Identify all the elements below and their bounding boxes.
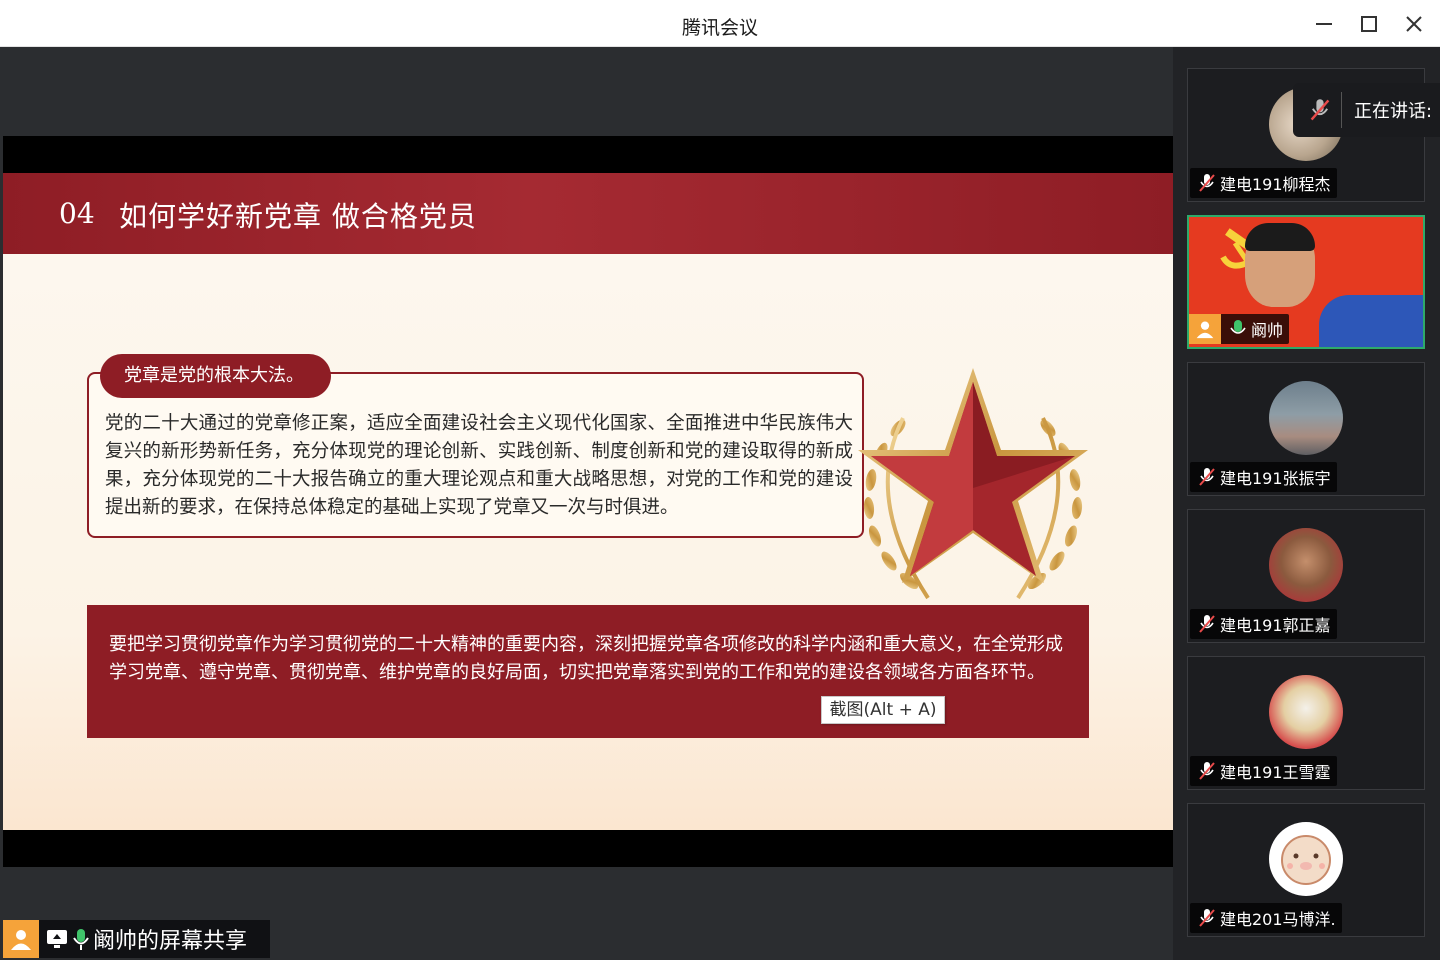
title-bar: 腾讯会议 [0,0,1440,47]
letterbox-bottom [3,830,1173,867]
avatar [1269,822,1343,896]
minimize-icon [1316,23,1332,25]
paragraph-2: 要把学习贯彻党章作为学习贯彻党的二十大精神的重要内容，深刻把握党章各项修改的科学… [109,634,1063,683]
participant-nametag: 建电191张振宇 [1190,462,1337,492]
participant-nametag: 建电191郭正嘉 [1190,609,1337,639]
avatar [1269,381,1343,455]
star-laurel-emblem [858,368,1088,600]
mic-muted-icon [1199,762,1215,780]
user-avatar [1189,314,1221,344]
mic-on-icon [1230,320,1246,334]
shared-screen-area: 04 如何学好新党章 做合格党员 党章是党的根本大法。 党的二十大通过的党章修正… [3,47,1173,958]
avatar [1269,675,1343,749]
screen-share-icon [47,930,67,948]
sheep-avatar-icon [1281,835,1331,885]
presentation-slide: 04 如何学好新党章 做合格党员 党章是党的根本大法。 党的二十大通过的党章修正… [3,173,1173,830]
user-avatar [3,920,39,958]
participant-tile[interactable]: 建电191王雪霆 [1187,656,1425,790]
close-icon [1406,16,1422,32]
window-title: 腾讯会议 [681,17,758,39]
participant-tile-active[interactable]: 阚帅 [1187,215,1425,349]
participant-tile[interactable]: 建电191张振宇 [1187,362,1425,496]
slide-header: 04 如何学好新党章 做合格党员 [3,173,1173,254]
screen-share-label: 阚帅的屏幕共享 [93,929,248,954]
minimize-button[interactable] [1310,10,1338,38]
screen-share-bar[interactable]: 阚帅的屏幕共享 [3,920,270,958]
maximize-icon [1361,16,1377,32]
pill-heading: 党章是党的根本大法。 [100,354,331,398]
maximize-button[interactable] [1355,10,1383,38]
participant-name: 阚帅 [1251,321,1284,340]
participant-name: 建电191王雪霆 [1220,763,1331,782]
screenshot-tooltip: 截图(Alt + A) [821,696,945,724]
user-icon [11,930,31,950]
section-number: 04 [59,197,95,230]
user-icon [1196,321,1214,339]
participant-tile[interactable]: 建电201马博洋. [1187,803,1425,937]
participant-name: 建电191郭正嘉 [1220,616,1331,635]
participant-nametag: 阚帅 [1189,314,1290,344]
divider [1341,92,1342,128]
section-title: 如何学好新党章 做合格党员 [119,200,477,233]
participant-name: 建电191柳程杰 [1220,175,1331,194]
mic-muted-icon [1199,174,1215,192]
person-hair [1245,223,1315,251]
participant-nametag: 建电201马博洋. [1190,903,1342,933]
person-shirt [1319,295,1423,347]
participant-tile[interactable]: 建电191郭正嘉 [1187,509,1425,643]
mic-on-icon [73,929,89,950]
close-button[interactable] [1400,10,1428,38]
mic-muted-icon [1199,909,1215,927]
participant-name: 建电201马博洋. [1220,910,1336,929]
paragraph-1: 党的二十大通过的党章修正案，适应全面建设社会主义现代化国家、全面推进中华民族伟大… [105,413,853,518]
speaking-label: 正在讲话: [1354,101,1433,122]
mic-muted-icon [1199,468,1215,486]
participant-nametag: 建电191柳程杰 [1190,168,1337,198]
participant-sidebar[interactable]: 建电191柳程杰 阚帅 建电191张振宇 建电191郭正嘉 建电191王雪霆 建… [1173,47,1440,960]
mic-muted-icon [1199,615,1215,633]
speaking-indicator: 正在讲话: [1293,83,1440,137]
avatar [1269,528,1343,602]
mic-muted-icon [1310,99,1330,121]
participant-nametag: 建电191王雪霆 [1190,756,1337,786]
participant-name: 建电191张振宇 [1220,469,1331,488]
letterbox-top [3,136,1173,173]
